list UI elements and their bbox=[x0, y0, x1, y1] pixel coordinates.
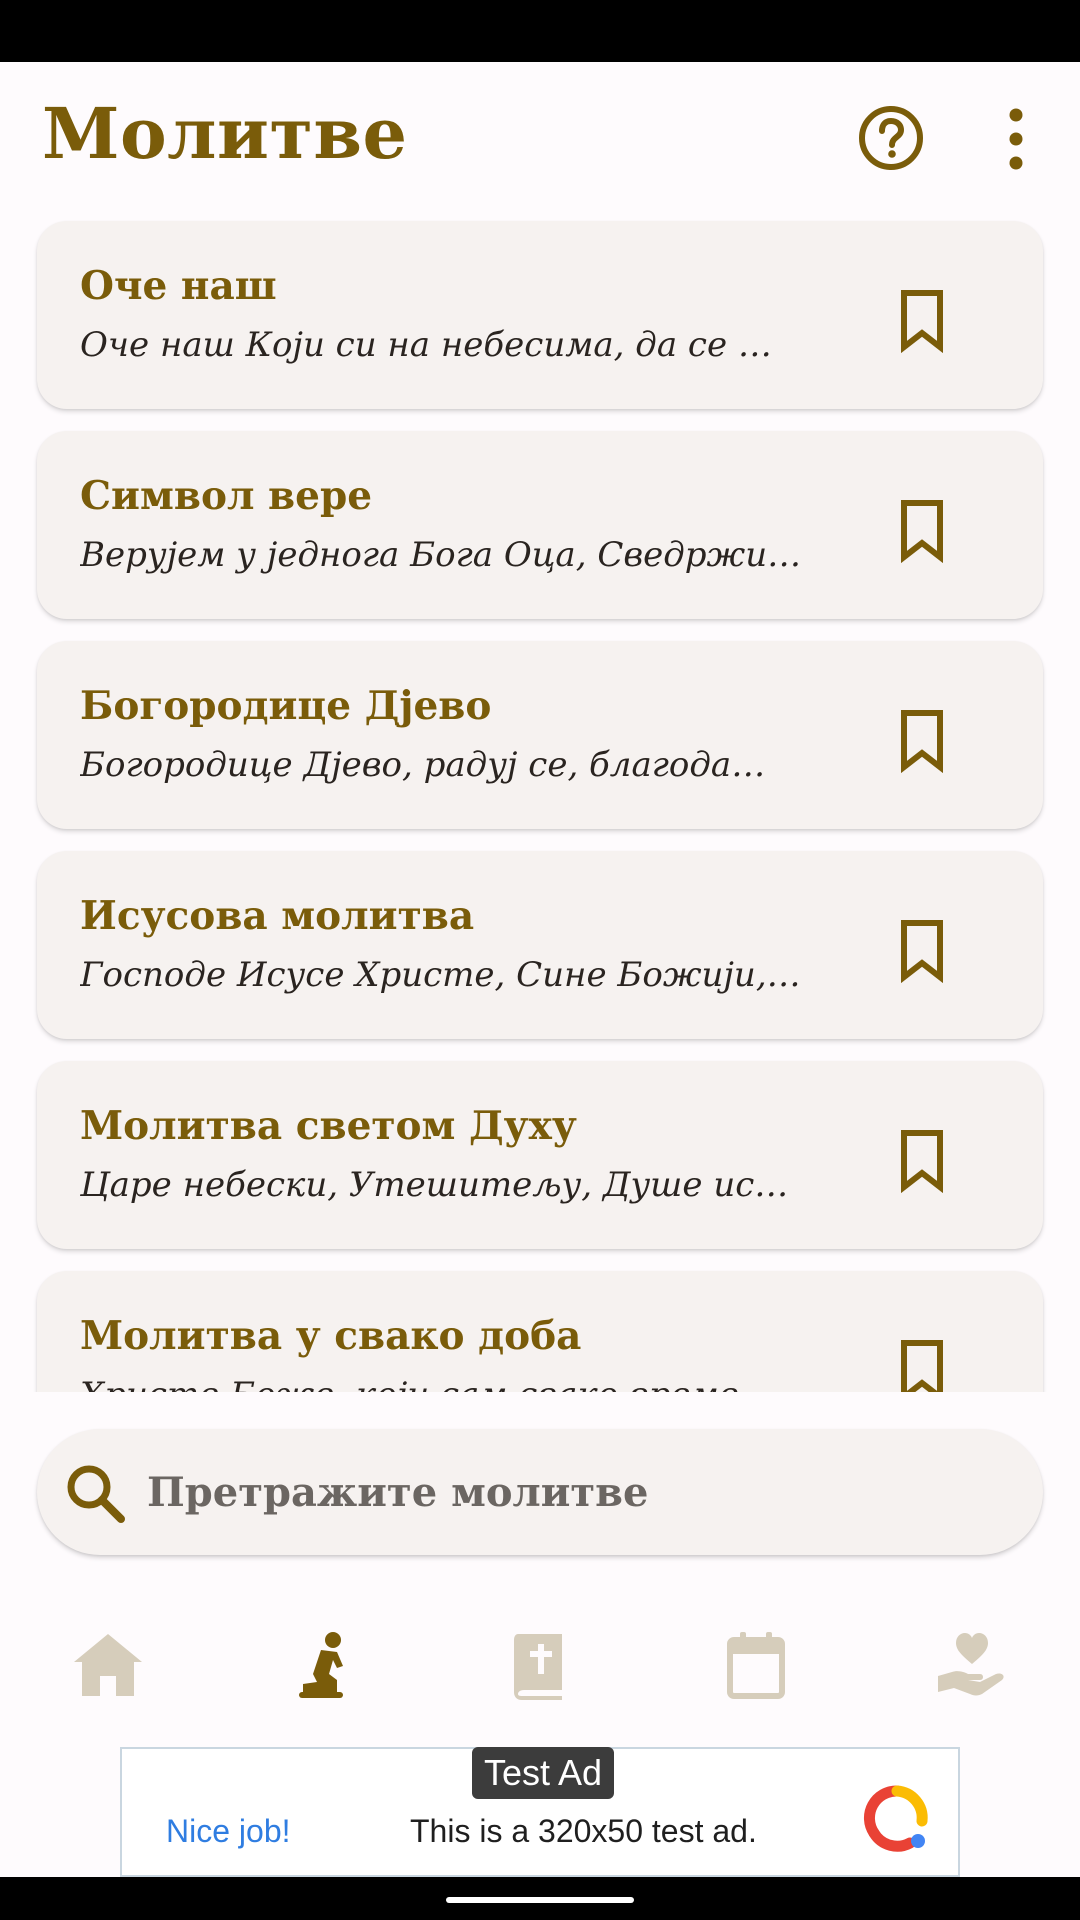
bookmark-button[interactable] bbox=[894, 917, 950, 984]
prayer-preview: Господе Исусе Христе, Сине Божији,… bbox=[80, 955, 801, 995]
prayer-list[interactable]: Оче наш Оче наш Који си на небесима, да … bbox=[0, 212, 1080, 1392]
bookmark-button[interactable] bbox=[894, 707, 950, 774]
nav-donate[interactable] bbox=[927, 1620, 1017, 1710]
bookmark-button[interactable] bbox=[894, 1127, 950, 1194]
bookmark-icon bbox=[901, 290, 943, 354]
bookmark-icon bbox=[901, 920, 943, 984]
app-bar: Молитве bbox=[0, 62, 1080, 212]
more-vertical-icon bbox=[1009, 108, 1023, 170]
prayer-title: Исусова молитва bbox=[80, 893, 475, 939]
prayer-card[interactable]: Символ вере Верујем у једнога Бога Оца, … bbox=[37, 431, 1043, 619]
bookmark-icon bbox=[901, 710, 943, 774]
bookmark-icon bbox=[901, 1130, 943, 1194]
prayer-card[interactable]: Оче наш Оче наш Који си на небесима, да … bbox=[37, 221, 1043, 409]
nav-prayers[interactable] bbox=[278, 1620, 368, 1710]
prayer-title: Символ вере bbox=[80, 473, 373, 519]
prayer-card[interactable]: Исусова молитва Господе Исусе Христе, Си… bbox=[37, 851, 1043, 1039]
status-bar bbox=[0, 0, 1080, 62]
nav-calendar[interactable] bbox=[711, 1620, 801, 1710]
praying-person-icon bbox=[299, 1632, 343, 1698]
page-title: Молитве bbox=[42, 92, 408, 175]
prayer-title: Молитва у свако доба bbox=[80, 1313, 582, 1359]
search-bar[interactable] bbox=[37, 1429, 1043, 1555]
ad-logo-icon bbox=[862, 1783, 932, 1853]
prayer-title: Молитва светом Духу bbox=[80, 1103, 577, 1149]
home-icon bbox=[74, 1634, 142, 1696]
nav-home[interactable] bbox=[63, 1620, 153, 1710]
ad-tag: Test Ad bbox=[472, 1747, 614, 1799]
bookmark-button[interactable] bbox=[894, 287, 950, 354]
prayer-title: Оче наш bbox=[80, 263, 277, 309]
prayer-preview: Верујем у једнога Бога Оца, Сведржи… bbox=[80, 535, 802, 575]
search-icon bbox=[63, 1461, 127, 1525]
nav-bible[interactable] bbox=[495, 1620, 585, 1710]
help-button[interactable] bbox=[855, 102, 927, 174]
bottom-navigation bbox=[0, 1600, 1080, 1730]
ad-banner[interactable]: Test Ad Nice job! This is a 320x50 test … bbox=[120, 1747, 960, 1877]
hand-heart-icon bbox=[938, 1633, 1004, 1696]
bookmark-button[interactable] bbox=[894, 1337, 950, 1392]
bookmark-icon bbox=[901, 1340, 943, 1392]
prayer-preview: Оче наш Који си на небесима, да се … bbox=[80, 325, 772, 365]
ad-text: This is a 320x50 test ad. bbox=[410, 1813, 757, 1849]
search-input[interactable] bbox=[147, 1457, 1007, 1527]
more-options-button[interactable] bbox=[990, 102, 1042, 174]
prayer-title: Богородице Дјево bbox=[80, 683, 492, 729]
bible-icon bbox=[514, 1634, 562, 1700]
bookmark-button[interactable] bbox=[894, 497, 950, 564]
prayer-card[interactable]: Молитва у свако доба Христе Боже, који с… bbox=[37, 1271, 1043, 1392]
ad-nice-text: Nice job! bbox=[166, 1813, 291, 1849]
prayer-card[interactable]: Молитва светом Духу Царе небески, Утешит… bbox=[37, 1061, 1043, 1249]
calendar-icon bbox=[727, 1632, 785, 1699]
prayer-card[interactable]: Богородице Дјево Богородице Дјево, радуј… bbox=[37, 641, 1043, 829]
prayer-preview: Христе Боже, који сам свако време… bbox=[80, 1375, 840, 1392]
help-circle-icon bbox=[859, 106, 923, 170]
home-indicator[interactable] bbox=[446, 1897, 634, 1903]
prayer-preview: Царе небески, Утешитељу, Душе ис… bbox=[80, 1165, 789, 1205]
bookmark-icon bbox=[901, 500, 943, 564]
prayer-preview: Богородице Дјево, радуј се, благода… bbox=[80, 745, 766, 785]
